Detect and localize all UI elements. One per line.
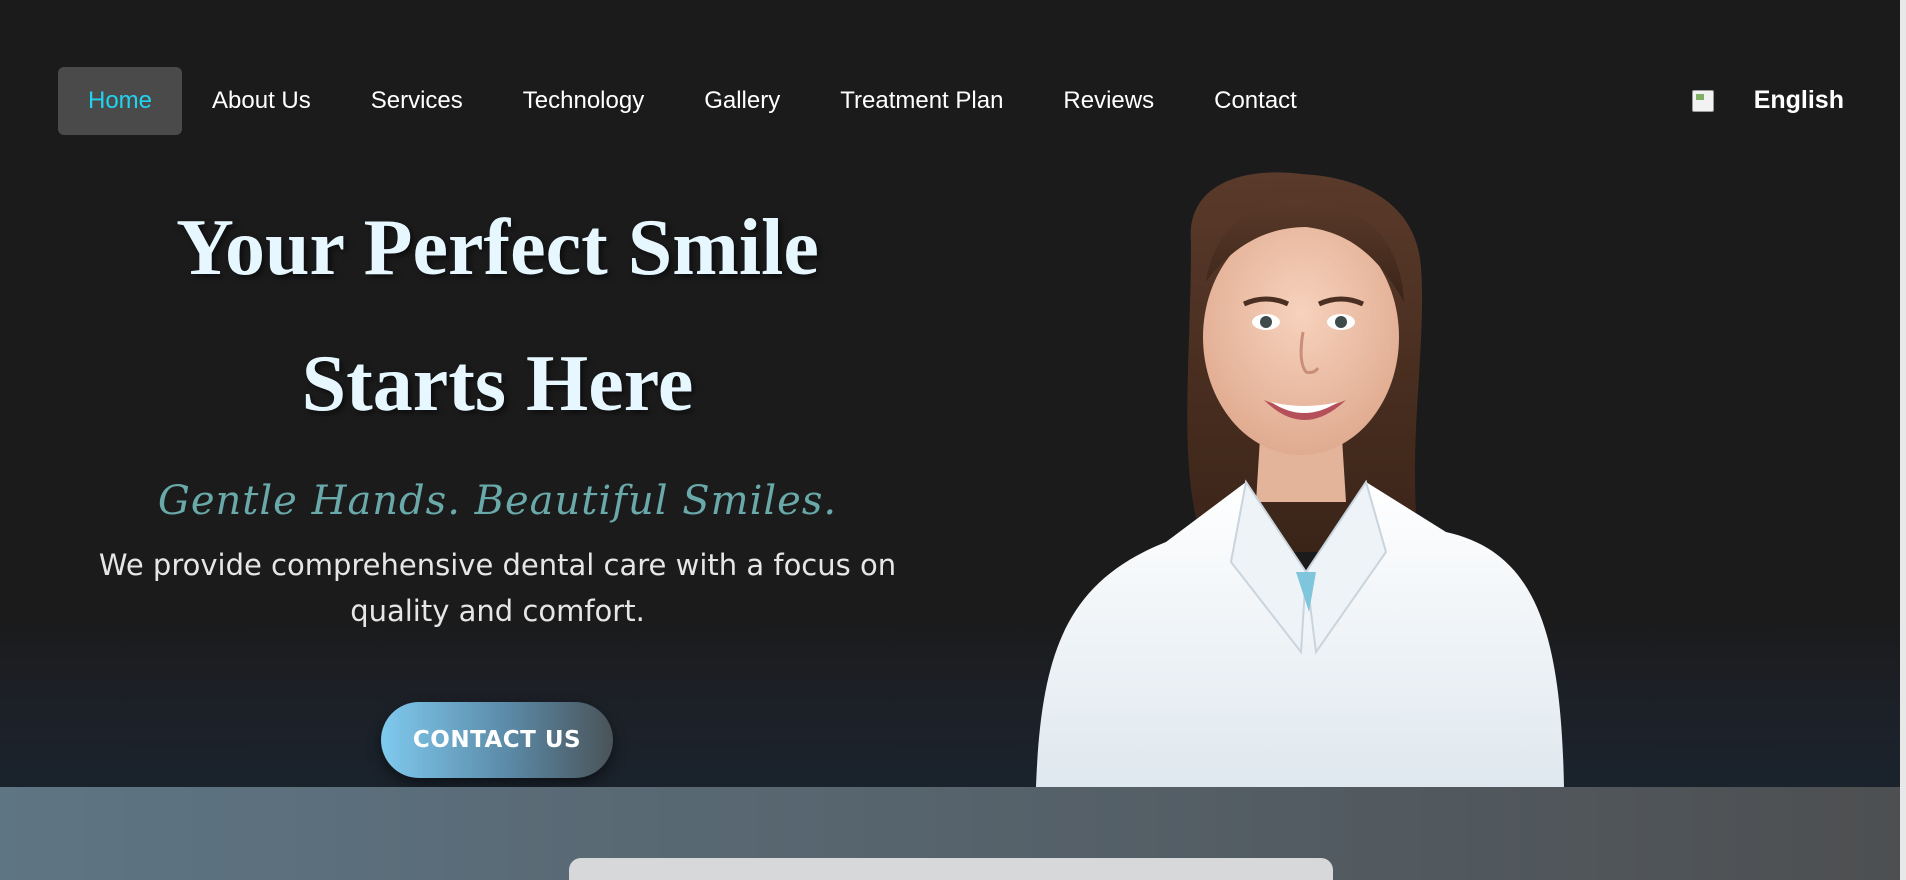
dentist-portrait-image <box>1036 172 1564 787</box>
bottom-card <box>569 858 1333 880</box>
hero-title: Your Perfect Smile Starts Here <box>60 180 935 452</box>
nav-services[interactable]: Services <box>341 67 493 135</box>
contact-us-button[interactable]: CONTACT US <box>381 702 613 778</box>
hero-title-line2: Starts Here <box>301 340 694 428</box>
nav-technology[interactable]: Technology <box>493 67 674 135</box>
hero-tagline: Gentle Hands. Beautiful Smiles. <box>157 478 838 524</box>
nav-home[interactable]: Home <box>58 67 183 135</box>
nav-treatment-plan[interactable]: Treatment Plan <box>810 67 1033 135</box>
hero-description: We provide comprehensive dental care wit… <box>98 548 897 628</box>
language-selector[interactable]: English <box>1691 86 1844 115</box>
page: Home About Us Services Technology Galler… <box>0 0 1906 880</box>
hero-title-line1: Your Perfect Smile <box>176 204 819 292</box>
nav-gallery[interactable]: Gallery <box>674 67 810 135</box>
nav-about-us[interactable]: About Us <box>182 67 341 135</box>
flag-icon <box>1691 89 1714 112</box>
language-label: English <box>1753 86 1844 114</box>
nav-reviews[interactable]: Reviews <box>1033 67 1184 135</box>
scrollbar[interactable] <box>1900 0 1906 880</box>
main-nav: Home About Us Services Technology Galler… <box>58 67 1327 135</box>
nav-contact[interactable]: Contact <box>1184 67 1327 135</box>
